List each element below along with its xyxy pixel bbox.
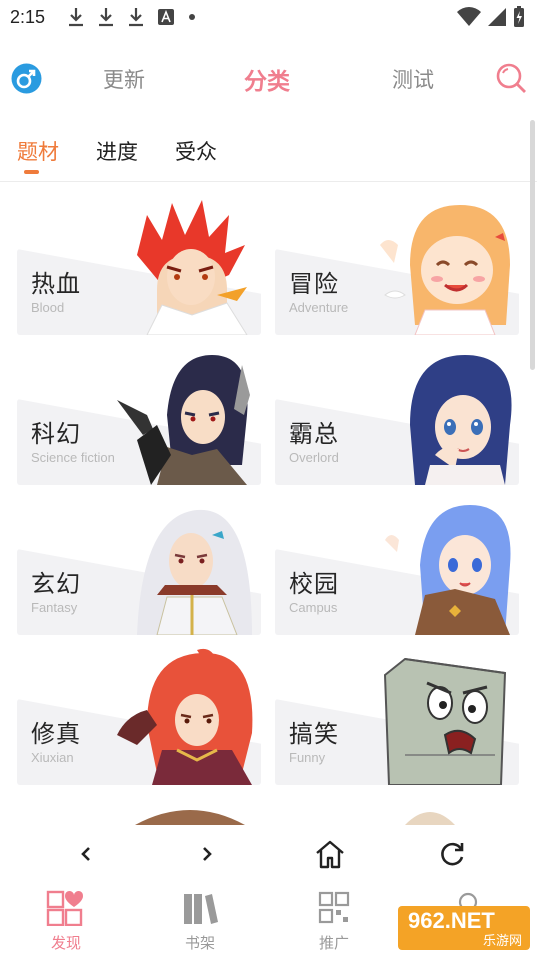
sub-tab-bar: 题材 进度 受众 xyxy=(0,124,537,182)
discover-icon xyxy=(46,890,84,927)
genre-subtitle: Fantasy xyxy=(31,600,78,615)
system-icons xyxy=(457,6,525,28)
genre-subtitle: Adventure xyxy=(289,300,349,315)
status-time: 2:15 xyxy=(10,7,46,27)
battery-charging-icon xyxy=(514,6,524,27)
character-illustration xyxy=(117,355,250,485)
character-illustration xyxy=(137,200,248,335)
genre-grid: 热血 Blood 冒险 Adventure 科幻 Science fiction… xyxy=(0,195,537,825)
genre-title: 霸总 xyxy=(289,420,339,448)
dot-icon xyxy=(189,14,195,20)
genre-card-partial[interactable] xyxy=(275,795,519,825)
forward-icon xyxy=(203,847,212,861)
genre-title: 科幻 xyxy=(31,420,81,448)
gender-switch-icon[interactable] xyxy=(11,63,42,94)
forward-button[interactable] xyxy=(191,838,223,870)
character-illustration xyxy=(380,205,510,335)
sub-tab-progress[interactable]: 进度 xyxy=(96,136,138,166)
tab-updates[interactable]: 更新 xyxy=(103,64,145,94)
genre-subtitle: Campus xyxy=(289,600,338,615)
nav-discover[interactable]: 发现 xyxy=(31,890,101,952)
tab-test[interactable]: 测试 xyxy=(392,64,434,94)
genre-title: 玄幻 xyxy=(31,570,81,598)
wifi-icon xyxy=(457,7,481,27)
genre-title: 修真 xyxy=(31,720,81,748)
genre-card-funny[interactable]: 搞笑 Funny xyxy=(275,645,519,785)
bookshelf-icon xyxy=(184,894,218,924)
genre-card-scifi[interactable]: 科幻 Science fiction xyxy=(17,345,261,485)
back-button[interactable] xyxy=(70,838,102,870)
character-illustration xyxy=(137,509,252,635)
genre-subtitle: Overlord xyxy=(289,450,339,465)
tab-categories[interactable]: 分类 xyxy=(244,62,290,96)
download-icon xyxy=(69,8,83,27)
genre-title: 校园 xyxy=(289,570,339,598)
top-nav: 更新 分类 测试 xyxy=(0,52,537,108)
genre-title: 热血 xyxy=(31,270,81,298)
search-icon[interactable] xyxy=(495,62,527,94)
refresh-button[interactable] xyxy=(436,838,468,870)
character-illustration xyxy=(410,355,512,485)
qr-code-icon xyxy=(318,891,350,924)
status-bar: 2:15 xyxy=(0,0,537,38)
font-app-icon xyxy=(158,9,174,25)
nav-bookshelf[interactable]: 书架 xyxy=(165,890,235,952)
site-watermark: 962.NET 乐游网 xyxy=(398,906,530,950)
nav-label: 发现 xyxy=(50,934,81,952)
genre-card-partial[interactable] xyxy=(17,795,261,825)
character-illustration xyxy=(135,810,245,825)
notification-icons xyxy=(68,7,196,27)
character-illustration xyxy=(385,505,511,635)
character-illustration xyxy=(117,648,253,785)
genre-card-adventure[interactable]: 冒险 Adventure xyxy=(275,195,519,335)
nav-promote[interactable]: 推广 xyxy=(299,890,369,952)
home-button[interactable] xyxy=(314,838,346,870)
back-icon xyxy=(81,847,90,861)
genre-card-xiuxian[interactable]: 修真 Xiuxian xyxy=(17,645,261,785)
genre-subtitle: Blood xyxy=(31,300,65,315)
genre-card-blood[interactable]: 热血 Blood xyxy=(17,195,261,335)
watermark-sub: 乐游网 xyxy=(482,934,522,949)
genre-card-campus[interactable]: 校园 Campus xyxy=(275,495,519,635)
browser-toolbar xyxy=(0,826,537,882)
genre-subtitle: Funny xyxy=(289,750,326,765)
genre-card-fantasy[interactable]: 玄幻 Fantasy xyxy=(17,495,261,635)
download-icon xyxy=(129,8,143,27)
genre-title: 冒险 xyxy=(289,270,339,298)
active-tab-indicator xyxy=(24,170,39,174)
signal-icon xyxy=(488,8,506,26)
sub-tab-audience[interactable]: 受众 xyxy=(175,136,217,166)
genre-card-overlord[interactable]: 霸总 Overlord xyxy=(275,345,519,485)
download-icon xyxy=(99,8,113,27)
genre-title: 搞笑 xyxy=(289,720,339,748)
nav-label: 书架 xyxy=(184,934,215,952)
character-illustration xyxy=(405,812,455,825)
nav-label: 推广 xyxy=(318,934,349,952)
refresh-icon xyxy=(441,842,464,866)
watermark-main: 962.NET xyxy=(408,908,495,933)
character-illustration xyxy=(383,657,507,785)
genre-subtitle: Science fiction xyxy=(31,450,115,465)
genre-subtitle: Xiuxian xyxy=(31,750,74,765)
sub-tab-theme[interactable]: 题材 xyxy=(17,136,59,166)
home-icon xyxy=(316,840,344,869)
